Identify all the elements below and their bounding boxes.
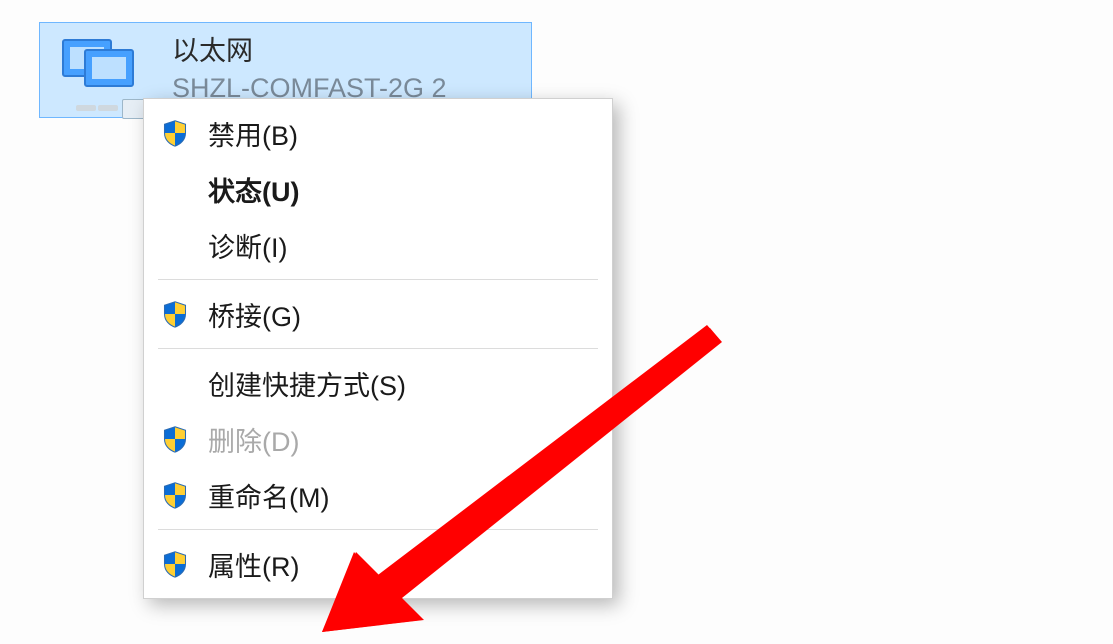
menu-separator — [158, 279, 598, 280]
menu-label: 重命名(M) — [208, 476, 329, 515]
shield-icon — [158, 422, 192, 456]
menu-item-status[interactable]: 状态(U) — [144, 161, 612, 217]
menu-separator — [158, 529, 598, 530]
shield-icon — [158, 297, 192, 331]
shield-icon — [158, 478, 192, 512]
menu-label: 创建快捷方式(S) — [208, 364, 406, 403]
menu-label: 状态(U) — [208, 170, 299, 209]
adapter-title: 以太网 — [172, 35, 447, 67]
menu-label: 删除(D) — [208, 420, 299, 459]
menu-item-properties[interactable]: 属性(R) — [144, 536, 612, 592]
menu-item-rename[interactable]: 重命名(M) — [144, 467, 612, 523]
context-menu: 禁用(B) 状态(U) 诊断(I) 桥接(G) 创建快捷方式(S) — [143, 98, 613, 599]
menu-item-disable[interactable]: 禁用(B) — [144, 105, 612, 161]
adapter-text: 以太网 SHZL-COMFAST-2G 2 — [172, 35, 447, 104]
menu-label: 桥接(G) — [208, 295, 301, 334]
menu-item-diagnose[interactable]: 诊断(I) — [144, 217, 612, 273]
menu-item-create-shortcut[interactable]: 创建快捷方式(S) — [144, 355, 612, 411]
network-adapter-icon — [56, 35, 148, 113]
shield-icon — [158, 116, 192, 150]
shield-icon — [158, 547, 192, 581]
menu-label: 禁用(B) — [208, 114, 298, 153]
menu-item-delete: 删除(D) — [144, 411, 612, 467]
menu-item-bridge[interactable]: 桥接(G) — [144, 286, 612, 342]
menu-separator — [158, 348, 598, 349]
menu-label: 属性(R) — [208, 545, 299, 584]
menu-label: 诊断(I) — [208, 226, 287, 265]
